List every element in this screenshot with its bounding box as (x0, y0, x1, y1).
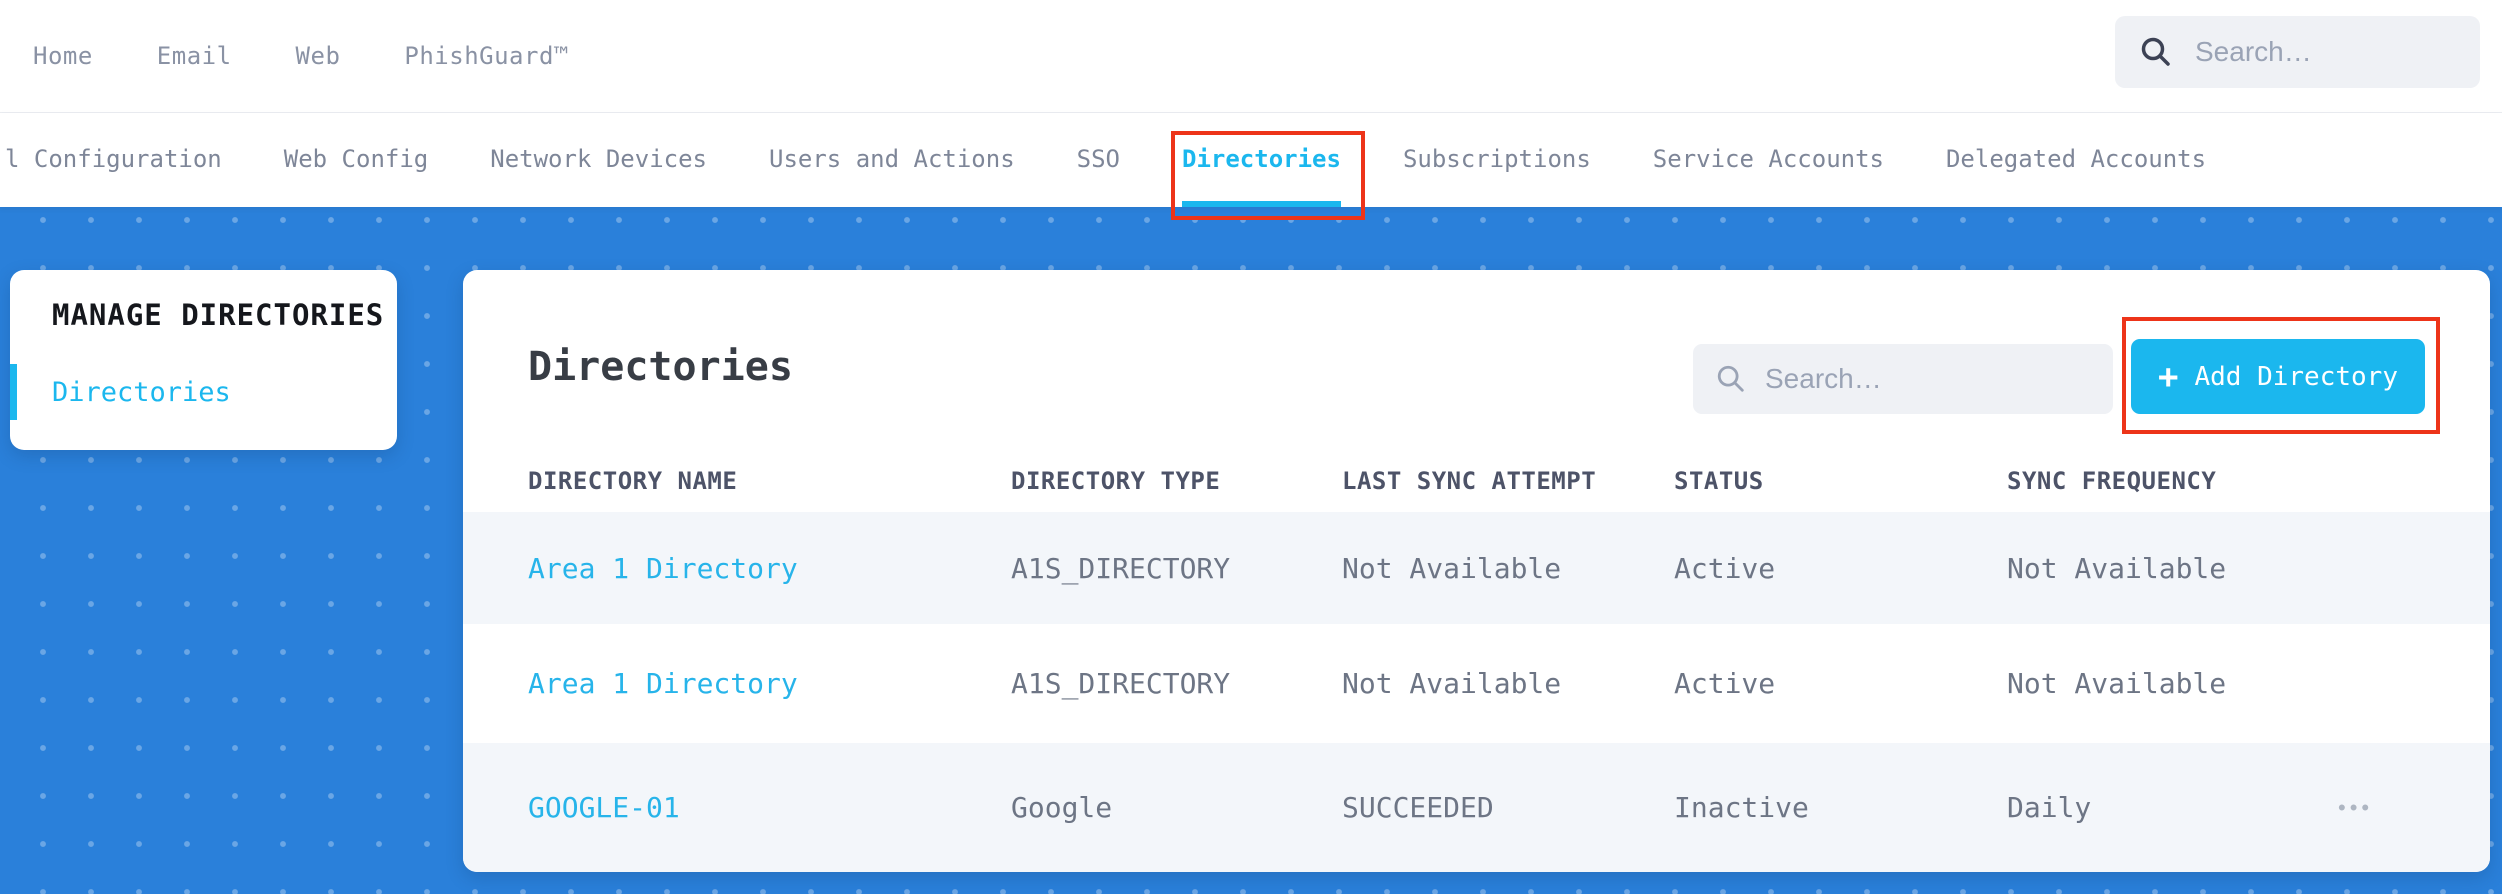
settings-tabs: l Configuration Web Config Network Devic… (5, 113, 2502, 207)
add-directory-button[interactable]: + Add Directory (2131, 339, 2425, 414)
sync-frequency-cell: Not Available (2007, 551, 2227, 585)
directories-table: DIRECTORY NAME DIRECTORY TYPE LAST SYNC … (463, 450, 2490, 872)
status-cell: Inactive (1674, 791, 1809, 824)
directories-search (1693, 344, 2113, 414)
directory-name-link[interactable]: Area 1 Directory (528, 667, 1011, 700)
directories-panel: Directories + Add Directory DIRECTORY NA… (463, 270, 2490, 872)
ellipsis-menu-icon[interactable]: ••• (2338, 795, 2373, 821)
last-sync-cell: SUCCEEDED (1342, 791, 1494, 824)
table-row: Area 1 Directory A1S_DIRECTORY Not Avail… (463, 624, 2490, 743)
nav-item-email[interactable]: Email (157, 42, 232, 70)
nav-item-home[interactable]: Home (33, 42, 93, 70)
table-row: Area 1 Directory A1S_DIRECTORY Not Avail… (463, 512, 2490, 624)
last-sync-cell: Not Available (1342, 667, 1562, 700)
directory-type-cell: A1S_DIRECTORY (1011, 551, 1231, 585)
plus-icon: + (2158, 356, 2179, 397)
tab-email-configuration[interactable]: l Configuration (5, 113, 222, 207)
directory-type-cell: Google (1011, 791, 1113, 824)
nav-item-phishguard[interactable]: PhishGuard™ (404, 42, 568, 70)
sidebar-item-label: Directories (52, 376, 231, 408)
column-header-sync-frequency: SYNC FREQUENCY (2007, 467, 2217, 495)
directories-search-input[interactable] (1765, 363, 2091, 395)
column-header-directory-type: DIRECTORY TYPE (1011, 467, 1221, 495)
directory-name-link[interactable]: GOOGLE-01 (528, 791, 1011, 824)
settings-tabbar: l Configuration Web Config Network Devic… (0, 113, 2502, 207)
tab-directories[interactable]: Directories (1182, 113, 1341, 207)
column-header-last-sync-attempt: LAST SYNC ATTEMPT (1342, 467, 1597, 495)
table-header-row: DIRECTORY NAME DIRECTORY TYPE LAST SYNC … (463, 450, 2490, 512)
sidebar-title: MANAGE DIRECTORIES (52, 298, 385, 332)
tab-service-accounts[interactable]: Service Accounts (1653, 113, 1884, 207)
status-cell: Active (1674, 667, 1776, 700)
column-header-status: STATUS (1674, 467, 1764, 495)
sync-frequency-cell: Daily (2007, 791, 2092, 824)
tab-web-config[interactable]: Web Config (284, 113, 429, 207)
global-search (2115, 16, 2480, 88)
column-header-directory-name: DIRECTORY NAME (528, 467, 738, 495)
global-search-input[interactable] (2195, 36, 2456, 68)
directory-type-cell: A1S_DIRECTORY (1011, 667, 1231, 700)
tab-network-devices[interactable]: Network Devices (490, 113, 707, 207)
tab-subscriptions[interactable]: Subscriptions (1403, 113, 1591, 207)
manage-directories-card: MANAGE DIRECTORIES Directories (10, 270, 397, 450)
tab-delegated-accounts[interactable]: Delegated Accounts (1946, 113, 2206, 207)
search-icon (2141, 37, 2170, 66)
add-directory-label: Add Directory (2194, 361, 2398, 392)
tab-users-and-actions[interactable]: Users and Actions (769, 113, 1015, 207)
page-title: Directories (528, 344, 793, 390)
active-item-indicator (10, 364, 17, 420)
directory-name-link[interactable]: Area 1 Directory (528, 552, 1011, 585)
search-icon (1717, 365, 1744, 392)
nav-item-web[interactable]: Web (296, 42, 341, 70)
app-screen: Home Email Web PhishGuard™ l Configurati… (0, 0, 2502, 894)
sidebar-item-directories[interactable]: Directories (10, 364, 397, 420)
primary-nav: Home Email Web PhishGuard™ (0, 42, 569, 70)
table-row: GOOGLE-01 Google SUCCEEDED Inactive Dail… (463, 743, 2490, 872)
sync-frequency-cell: Not Available (2007, 667, 2227, 700)
status-cell: Active (1674, 551, 1776, 585)
tab-sso[interactable]: SSO (1077, 113, 1120, 207)
last-sync-cell: Not Available (1342, 551, 1562, 585)
top-header: Home Email Web PhishGuard™ (0, 0, 2502, 113)
